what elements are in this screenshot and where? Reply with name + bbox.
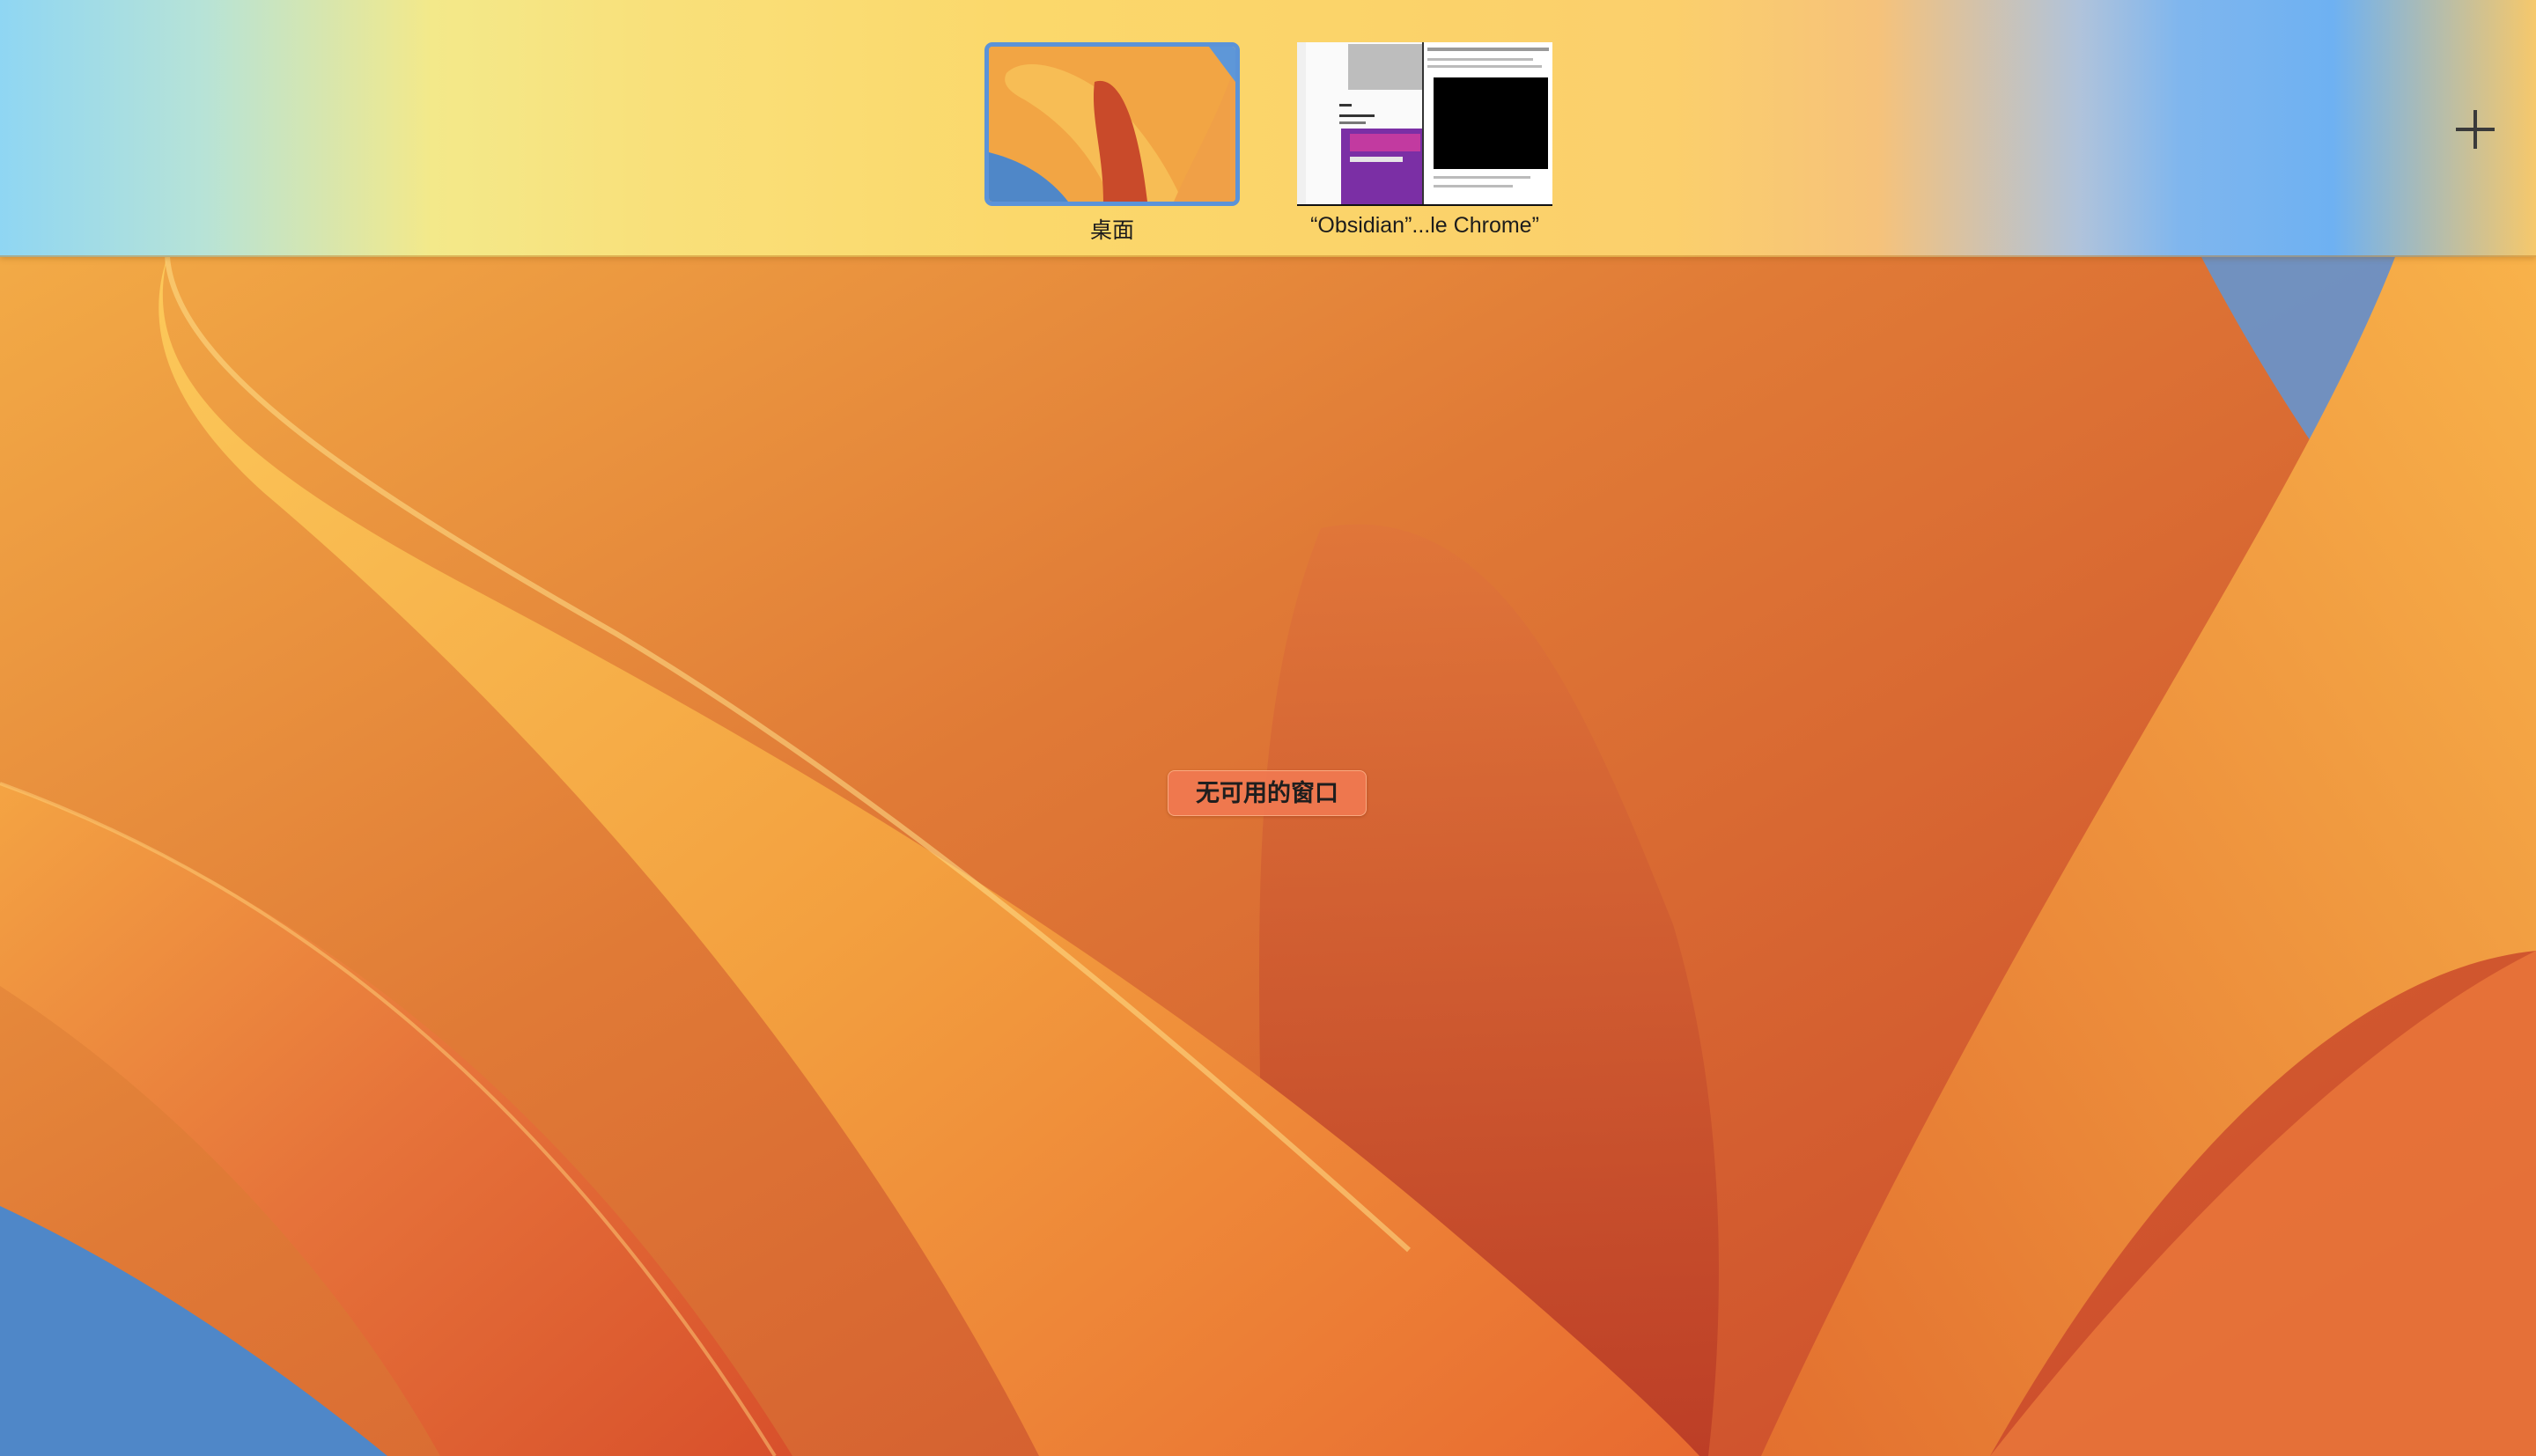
space-label: 桌面 xyxy=(1089,218,1134,243)
space-label: “Obsidian”...le Chrome” xyxy=(1310,213,1539,238)
spaces-bar: 桌面 “Obsidian”...le Chrome” xyxy=(0,0,2536,257)
space-desktop[interactable]: 桌面 xyxy=(980,42,1244,245)
window-thumbnail-image xyxy=(1297,42,1552,206)
no-windows-available-label: 无可用的窗口 xyxy=(1168,770,1367,816)
wallpaper-thumbnail-image xyxy=(989,47,1235,202)
space-window-thumbnail[interactable] xyxy=(1297,42,1552,206)
add-space-button[interactable] xyxy=(2454,108,2496,151)
desktop-thumbnail[interactable] xyxy=(984,42,1240,206)
mission-control-screen: 桌面 “Obsidian”...le Chrome” 无可用的窗口 xyxy=(0,0,2536,1456)
space-obsidian-chrome[interactable]: “Obsidian”...le Chrome” xyxy=(1293,42,1557,239)
